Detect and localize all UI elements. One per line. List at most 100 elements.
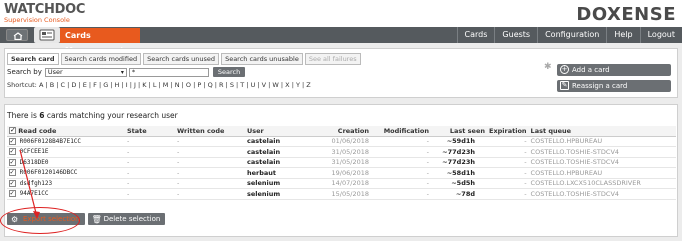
cell-modification: -	[371, 136, 431, 147]
row-checkbox[interactable]	[9, 168, 16, 177]
edit-icon: ✎	[560, 81, 569, 90]
select-all-checkbox[interactable]	[9, 126, 16, 135]
home-button[interactable]	[6, 29, 28, 41]
tab-search-cards-unused[interactable]: Search cards unused	[143, 53, 220, 65]
table-row[interactable]: 0CFCEE1E--castelain31/05/2018-~77d23h-CO…	[7, 146, 676, 158]
cell-read-code: 94A7E1CC	[7, 188, 125, 200]
written-code-value: -	[177, 179, 180, 188]
menu-configuration[interactable]: Configuration	[537, 27, 606, 43]
row-checkbox[interactable]	[9, 189, 16, 198]
table-row[interactable]: D6318DE0--castelain31/05/2018-~77d23h-CO…	[7, 157, 676, 168]
col-modification[interactable]: Modification	[371, 126, 431, 137]
delete-selection-label: Delete selection	[103, 215, 161, 223]
shortcut-label: Shortcut:	[7, 81, 37, 89]
tab-see-all-failures[interactable]: See all failures	[304, 53, 361, 65]
cell-expiration: -	[487, 157, 529, 168]
search-tabs: Search card Search cards modified Search…	[7, 53, 363, 65]
row-checkbox[interactable]	[9, 179, 16, 187]
table-row[interactable]: R006F0128B4B7E1CC - - castelain 01/06/2018 - ~…	[7, 136, 676, 147]
col-last-seen[interactable]: Last seen	[431, 126, 487, 137]
cell-modification: -	[371, 167, 431, 179]
add-card-label: Add a card	[572, 66, 610, 74]
last-queue-value: COSTELLO.HPBUREAU	[530, 137, 603, 146]
read-code-value: 0CFCEE1E	[19, 148, 49, 156]
cell-written-code: -	[175, 136, 245, 147]
reassign-card-label: Reassign a card	[572, 82, 628, 90]
menu-logout[interactable]: Logout	[639, 27, 682, 43]
table-row[interactable]: R006F0120146DBCC - - herbaut 19/06/2018 - ~58d…	[7, 167, 676, 179]
state-value: -	[127, 147, 130, 156]
plus-icon: +	[560, 65, 569, 74]
chevron-down-icon: ▾	[120, 68, 124, 76]
expiration-value: -	[524, 158, 527, 167]
creation-value: 19/06/2018	[331, 168, 369, 177]
col-written-code[interactable]: Written code	[175, 126, 245, 137]
cell-last-seen: ~59d1h	[431, 136, 487, 147]
written-code-value: -	[177, 158, 180, 167]
settings-gear-icon[interactable]: ✱	[544, 62, 552, 72]
annotation-ellipse	[0, 207, 80, 234]
last-seen-value: ~77d23h	[442, 158, 475, 167]
cell-modification: -	[371, 178, 431, 189]
col-creation[interactable]: Creation	[315, 126, 371, 137]
cell-written-code: -	[175, 146, 245, 158]
modification-value: -	[426, 158, 429, 167]
reassign-card-button[interactable]: ✎ Reassign a card	[557, 80, 671, 92]
main-nav: Cards Management Cards Guests Configurat…	[0, 27, 682, 55]
cell-read-code: R006F0128B4B7E1CC	[7, 136, 125, 147]
results-count: There is 6 cards matching your research …	[7, 111, 178, 120]
row-checkbox[interactable]	[9, 137, 16, 145]
col-expiration[interactable]: Expiration	[487, 126, 529, 137]
read-code-value: 94A7E1CC	[19, 190, 49, 198]
cell-user: herbaut	[245, 167, 315, 179]
tab-search-cards-unusable[interactable]: Search cards unusable	[221, 53, 303, 65]
search-row: Search by User ▾ * Search	[7, 67, 246, 77]
count-number: 6	[39, 111, 45, 120]
menu-cards[interactable]: Cards	[456, 27, 495, 43]
menu-help[interactable]: Help	[606, 27, 639, 43]
top-menu: Cards Guests Configuration Help Logout	[456, 27, 682, 43]
col-user[interactable]: User	[245, 126, 315, 137]
cell-last-seen: ~58d1h	[431, 167, 487, 179]
cell-last-seen: ~5d5h	[431, 178, 487, 189]
cell-user: selenium	[245, 188, 315, 200]
row-checkbox[interactable]	[9, 158, 16, 166]
col-state[interactable]: State	[125, 126, 175, 137]
cell-written-code: -	[175, 188, 245, 200]
col-last-queue[interactable]: Last queue	[528, 126, 676, 137]
table-row[interactable]: dsdfgh123--selenium14/07/2018-~5d5h-COST…	[7, 178, 676, 189]
cell-last-queue: COSTELLO.TOSHIE-STDCV4	[528, 157, 676, 168]
cell-user: castelain	[245, 157, 315, 168]
tab-cards-management[interactable]: Cards Management	[60, 28, 140, 55]
delete-selection-button[interactable]: 🗑 Delete selection	[87, 213, 166, 225]
home-icon	[13, 32, 23, 40]
cell-creation: 31/05/2018	[315, 146, 371, 158]
shortcut-letters[interactable]: A | B | C | D | E | F | G | H | I | J | …	[39, 81, 311, 89]
shortcut-bar: Shortcut: A | B | C | D | E | F | G | H …	[7, 81, 311, 89]
modification-value: -	[426, 189, 429, 198]
add-card-button[interactable]: + Add a card	[557, 64, 671, 76]
console-subtitle: Supervision Console	[4, 16, 70, 24]
row-checkbox[interactable]	[9, 147, 16, 156]
creation-value: 14/07/2018	[331, 179, 369, 188]
cell-creation: 31/05/2018	[315, 157, 371, 168]
cell-read-code: D6318DE0	[7, 157, 125, 168]
tab-search-cards-modified[interactable]: Search cards modified	[60, 53, 142, 65]
last-seen-value: ~78d	[455, 189, 475, 198]
search-query-input[interactable]: *	[128, 67, 209, 77]
cell-read-code: R006F0120146DBCC	[7, 167, 125, 179]
search-by-select[interactable]: User ▾	[44, 67, 127, 77]
creation-value: 01/06/2018	[331, 137, 369, 146]
tab-search-card[interactable]: Search card	[7, 53, 59, 65]
cell-state: -	[125, 136, 175, 147]
table-row[interactable]: 94A7E1CC--selenium15/05/2018-~78d-COSTEL…	[7, 188, 676, 200]
cell-creation: 15/05/2018	[315, 188, 371, 200]
menu-guests[interactable]: Guests	[494, 27, 537, 43]
cell-state: -	[125, 178, 175, 189]
search-button[interactable]: Search	[212, 67, 246, 77]
cell-last-seen: ~77d23h	[431, 146, 487, 158]
cell-written-code: -	[175, 167, 245, 179]
cell-last-queue: COSTELLO.HPBUREAU	[528, 167, 676, 179]
state-value: -	[127, 137, 130, 146]
col-read-code[interactable]: Read code	[18, 127, 56, 135]
